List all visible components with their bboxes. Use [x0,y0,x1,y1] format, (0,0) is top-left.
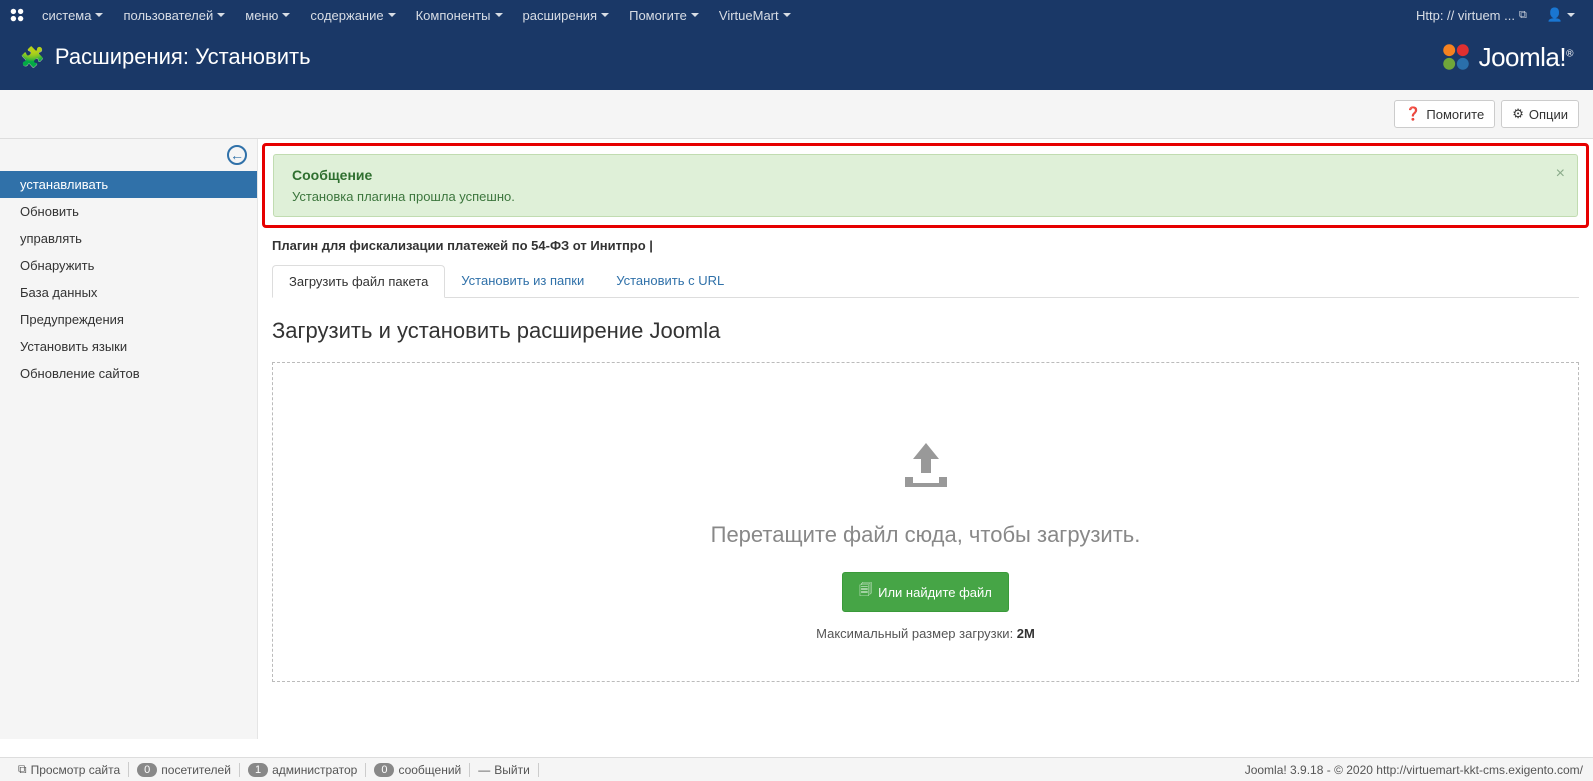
external-link-icon: ⧉ [18,762,27,777]
caret-icon [388,13,396,17]
top-menu-bar: система пользователей меню содержание Ко… [0,0,1593,30]
joomla-icon [8,6,26,24]
success-alert: × Сообщение Установка плагина прошла усп… [273,154,1578,217]
main-content: × Сообщение Установка плагина прошла усп… [258,139,1593,739]
caret-icon [495,13,503,17]
sidebar-item-warnings[interactable]: Предупреждения [0,306,257,333]
max-size-note: Максимальный размер загрузки: 2M [293,626,1558,641]
sidebar-item-install[interactable]: устанавливать [0,171,257,198]
menu-components[interactable]: Компоненты [406,0,513,30]
browse-file-button[interactable]: 🗐Или найдите файл [842,572,1009,612]
page-header: 🧩 Расширения: Установить Joomla!® [0,30,1593,90]
sidebar-item-manage[interactable]: управлять [0,225,257,252]
tab-upload-package[interactable]: Загрузить файл пакета [272,265,445,298]
help-icon: ❓ [1405,106,1421,122]
copy-icon: 🗐 [859,581,872,603]
help-button[interactable]: ❓Помогите [1394,100,1495,128]
alert-highlight: × Сообщение Установка плагина прошла усп… [262,143,1589,228]
puzzle-icon: 🧩 [20,45,45,70]
footer-messages[interactable]: 0сообщений [366,763,470,777]
sidebar-item-database[interactable]: База данных [0,279,257,306]
upload-icon [293,443,1558,498]
sidebar: ← устанавливать Обновить управлять Обнар… [0,139,258,739]
menu-help[interactable]: Помогите [619,0,709,30]
site-link[interactable]: Http: // virtuem ...⧉ [1406,0,1537,30]
status-bar: ⧉Просмотр сайта 0посетителей 1администра… [0,757,1593,781]
messages-badge: 0 [374,763,394,777]
joomla-logo: Joomla!® [1439,40,1573,74]
tab-install-folder[interactable]: Установить из папки [445,265,600,297]
options-button[interactable]: ⚙Опции [1501,100,1579,128]
caret-icon [783,13,791,17]
gear-icon: ⚙ [1512,106,1524,122]
user-icon: 👤 [1547,7,1563,23]
visitors-badge: 0 [137,763,157,777]
footer-view-site[interactable]: ⧉Просмотр сайта [10,762,129,777]
caret-icon [95,13,103,17]
footer-admins[interactable]: 1администратор [240,763,366,777]
plugin-description: Плагин для фискализации платежей по 54-Ф… [272,238,1579,253]
menu-users[interactable]: пользователей [113,0,235,30]
close-icon[interactable]: × [1556,165,1565,183]
alert-text: Установка плагина прошла успешно. [292,189,1559,204]
sidebar-item-languages[interactable]: Установить языки [0,333,257,360]
logout-icon: — [478,763,490,777]
menu-system[interactable]: система [32,0,113,30]
page-title: Расширения: Установить [55,44,311,70]
caret-icon [1567,13,1575,17]
admins-badge: 1 [248,763,268,777]
alert-title: Сообщение [292,167,1559,183]
caret-icon [217,13,225,17]
sidebar-item-update[interactable]: Обновить [0,198,257,225]
sidebar-item-discover[interactable]: Обнаружить [0,252,257,279]
footer-logout[interactable]: —Выйти [470,763,539,777]
install-tabs: Загрузить файл пакета Установить из папк… [272,265,1579,298]
footer-visitors[interactable]: 0посетителей [129,763,240,777]
user-menu[interactable]: 👤 [1537,0,1585,30]
caret-icon [691,13,699,17]
footer-copyright: Joomla! 3.9.18 - © 2020 http://virtuemar… [1245,763,1583,777]
external-link-icon: ⧉ [1519,9,1527,22]
upload-dropzone[interactable]: Перетащите файл сюда, чтобы загрузить. 🗐… [272,362,1579,682]
menu-virtuemart[interactable]: VirtueMart [709,0,801,30]
tab-install-url[interactable]: Установить с URL [600,265,740,297]
menu-menus[interactable]: меню [235,0,300,30]
menu-content[interactable]: содержание [300,0,405,30]
section-heading: Загрузить и установить расширение Joomla [272,318,1579,344]
caret-icon [282,13,290,17]
sidebar-collapse-button[interactable]: ← [227,145,247,165]
menu-extensions[interactable]: расширения [513,0,620,30]
caret-icon [601,13,609,17]
toolbar: ❓Помогите ⚙Опции [0,90,1593,139]
drop-text: Перетащите файл сюда, чтобы загрузить. [293,522,1558,548]
sidebar-item-update-sites[interactable]: Обновление сайтов [0,360,257,387]
